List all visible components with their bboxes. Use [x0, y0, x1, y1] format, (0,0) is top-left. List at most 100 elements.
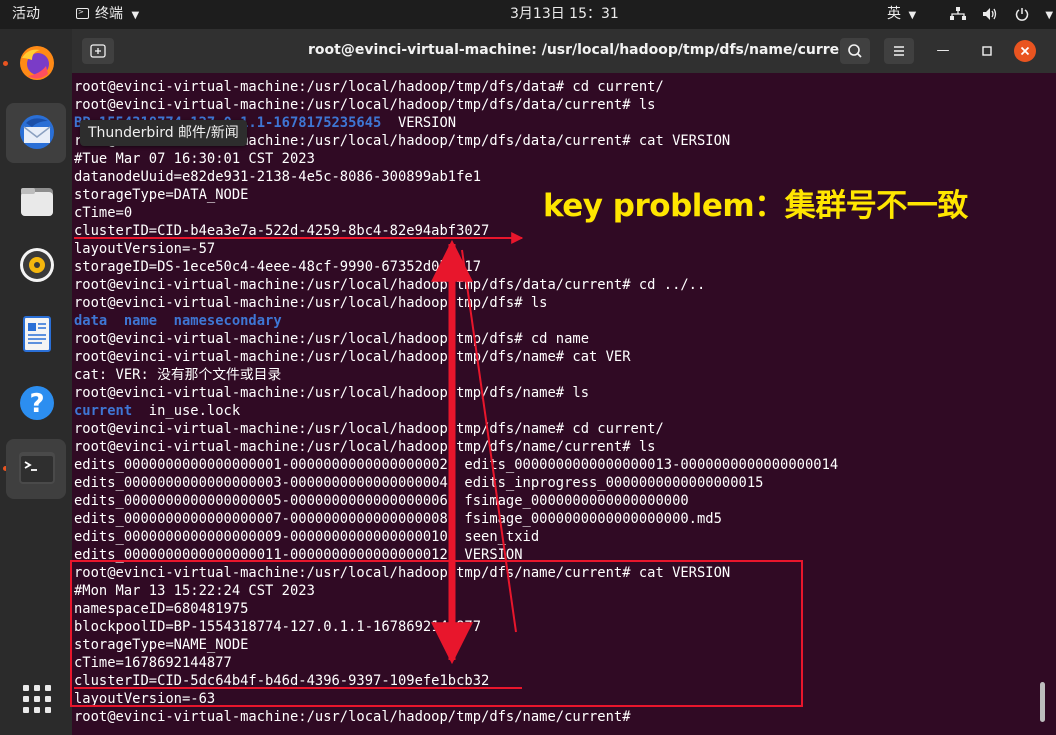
terminal-line: root@evinci-virtual-machine:/usr/local/h…: [74, 276, 705, 294]
terminal-line: storageID=DS-1ece50c4-4eee-48cf-9990-673…: [74, 258, 481, 276]
files-icon: [21, 188, 53, 216]
terminal-line: root@evinci-virtual-machine:/usr/local/h…: [74, 384, 589, 402]
dock-item-firefox[interactable]: [6, 34, 66, 94]
terminal-line: edits_0000000000000000005-00000000000000…: [74, 492, 689, 510]
activities-button[interactable]: 活动: [12, 0, 40, 29]
directory-name: current: [74, 403, 133, 419]
terminal-line: root@evinci-virtual-machine:/usr/local/h…: [74, 348, 631, 366]
thunderbird-icon: [20, 115, 54, 149]
scrollbar[interactable]: [1040, 682, 1045, 722]
network-icon: [950, 0, 966, 29]
terminal-text: VERSION: [381, 115, 457, 131]
close-button[interactable]: [1014, 40, 1036, 62]
title-bar[interactable]: root@evinci-virtual-machine: /usr/local/…: [72, 29, 1056, 73]
chevron-down-icon: ▼: [908, 10, 917, 21]
search-icon: [848, 44, 862, 58]
new-tab-icon: [90, 44, 106, 58]
dock-item-help[interactable]: ?: [6, 374, 66, 434]
terminal-text: edits_0000000000000000011-00000000000000…: [74, 547, 523, 563]
help-icon: ?: [20, 386, 54, 420]
terminal-icon: [19, 452, 55, 484]
terminal-line: cTime=0: [74, 204, 132, 222]
terminal-line: edits_0000000000000000007-00000000000000…: [74, 510, 722, 528]
chevron-down-icon: ▼: [1045, 10, 1054, 21]
minimize-button[interactable]: —: [932, 40, 954, 62]
terminal-line: blockpoolID=BP-1554318774-127.0.1.1-1678…: [74, 618, 481, 636]
dock-item-thunderbird[interactable]: [6, 103, 66, 163]
terminal-text: datanodeUuid=e82de931-2138-4e5c-8086-300…: [74, 169, 482, 185]
terminal-text: clusterID=CID-5dc64b4f-b46d-4396-9397-10…: [74, 673, 490, 689]
terminal-line: root@evinci-virtual-machine:/usr/local/h…: [74, 438, 655, 456]
terminal-text: root@evinci-virtual-machine:/usr/local/h…: [74, 709, 639, 725]
top-bar: 活动 > 终端 ▼ 3月13日 15：31 英 ▼ ▼: [0, 0, 1056, 29]
terminal-text: #Tue Mar 07 16:30:01 CST 2023: [74, 151, 315, 167]
terminal-line: clusterID=CID-5dc64b4f-b46d-4396-9397-10…: [74, 672, 489, 690]
terminal-line: root@evinci-virtual-machine:/usr/local/h…: [74, 708, 639, 726]
terminal-line: datanodeUuid=e82de931-2138-4e5c-8086-300…: [74, 168, 481, 186]
new-tab-button[interactable]: [82, 38, 114, 64]
terminal-text: clusterID=CID-b4ea3e7a-522d-4259-8bc4-82…: [74, 223, 490, 239]
terminal-line: edits_0000000000000000011-00000000000000…: [74, 546, 523, 564]
terminal-text: in_use.lock: [132, 403, 241, 419]
terminal-line: current in_use.lock: [74, 402, 240, 420]
terminal-line: root@evinci-virtual-machine:/usr/local/h…: [74, 78, 664, 96]
rhythmbox-icon: [20, 248, 54, 282]
chevron-down-icon: ▼: [131, 10, 140, 21]
terminal-text: root@evinci-virtual-machine:/usr/local/h…: [74, 385, 589, 401]
terminal-line: root@evinci-virtual-machine:/usr/local/h…: [74, 330, 589, 348]
terminal-line: edits_0000000000000000001-00000000000000…: [74, 456, 838, 474]
terminal-text: cTime=0: [74, 205, 133, 221]
terminal-text: edits_0000000000000000005-00000000000000…: [74, 493, 689, 509]
annotation-key-problem: key problem：集群号不一致: [543, 188, 968, 224]
terminal-text: root@evinci-virtual-machine:/usr/local/h…: [74, 439, 656, 455]
clock[interactable]: 3月13日 15：31: [510, 0, 619, 29]
terminal-text: root@evinci-virtual-machine:/usr/local/h…: [74, 97, 656, 113]
maximize-button[interactable]: [976, 40, 998, 62]
power-icon: [1015, 0, 1029, 29]
minimize-icon: —: [936, 43, 950, 58]
app-menu[interactable]: > 终端 ▼: [76, 0, 139, 29]
window-title: root@evinci-virtual-machine: /usr/local/…: [308, 42, 856, 58]
input-method-label: 英: [887, 6, 901, 22]
dock-item-terminal[interactable]: [6, 439, 66, 499]
terminal-text: edits_0000000000000000007-00000000000000…: [74, 511, 722, 527]
dock-item-files[interactable]: [6, 172, 66, 232]
hamburger-icon: [894, 46, 904, 56]
volume-icon: [982, 0, 998, 29]
terminal-text: root@evinci-virtual-machine:/usr/local/h…: [74, 349, 631, 365]
terminal-line: edits_0000000000000000003-00000000000000…: [74, 474, 763, 492]
dock: ?: [0, 29, 72, 735]
terminal-text: root@evinci-virtual-machine:/usr/local/h…: [74, 295, 548, 311]
terminal-line: storageType=NAME_NODE: [74, 636, 248, 654]
terminal-line: root@evinci-virtual-machine:/usr/local/h…: [74, 294, 547, 312]
app-menu-label: 终端: [95, 6, 123, 22]
terminal-text: root@evinci-virtual-machine:/usr/local/h…: [74, 331, 589, 347]
terminal-text: layoutVersion=-63: [74, 691, 216, 707]
terminal-text: edits_0000000000000000003-00000000000000…: [74, 475, 764, 491]
terminal-text: cTime=1678692144877: [74, 655, 232, 671]
input-method-indicator[interactable]: 英 ▼: [887, 0, 916, 29]
search-button[interactable]: [840, 38, 870, 64]
terminal-line: clusterID=CID-b4ea3e7a-522d-4259-8bc4-82…: [74, 222, 489, 240]
terminal-text: storageType=NAME_NODE: [74, 637, 249, 653]
terminal-line: storageType=DATA_NODE: [74, 186, 248, 204]
terminal-text: edits_0000000000000000009-00000000000000…: [74, 529, 540, 545]
terminal-line: edits_0000000000000000009-00000000000000…: [74, 528, 539, 546]
dock-item-writer[interactable]: [6, 305, 66, 365]
terminal-text: root@evinci-virtual-machine:/usr/local/h…: [74, 565, 731, 581]
system-tray[interactable]: ▼: [950, 0, 1053, 29]
terminal-line: namespaceID=680481975: [74, 600, 248, 618]
terminal-line: root@evinci-virtual-machine:/usr/local/h…: [74, 420, 664, 438]
terminal-text: 没有那个文件或目录: [157, 367, 282, 383]
terminal-text: storageType=DATA_NODE: [74, 187, 249, 203]
terminal-output[interactable]: root@evinci-virtual-machine:/usr/local/h…: [72, 76, 1042, 735]
terminal-line: layoutVersion=-57: [74, 240, 215, 258]
terminal-line: #Tue Mar 07 16:30:01 CST 2023: [74, 150, 315, 168]
maximize-icon: [982, 46, 992, 56]
terminal-text: blockpoolID=BP-1554318774-127.0.1.1-1678…: [74, 619, 482, 635]
terminal-text: namespaceID=680481975: [74, 601, 249, 617]
dock-item-app-grid[interactable]: [6, 670, 66, 730]
dock-item-rhythmbox[interactable]: [6, 236, 66, 296]
terminal-line: layoutVersion=-63: [74, 690, 215, 708]
menu-button[interactable]: [884, 38, 914, 64]
